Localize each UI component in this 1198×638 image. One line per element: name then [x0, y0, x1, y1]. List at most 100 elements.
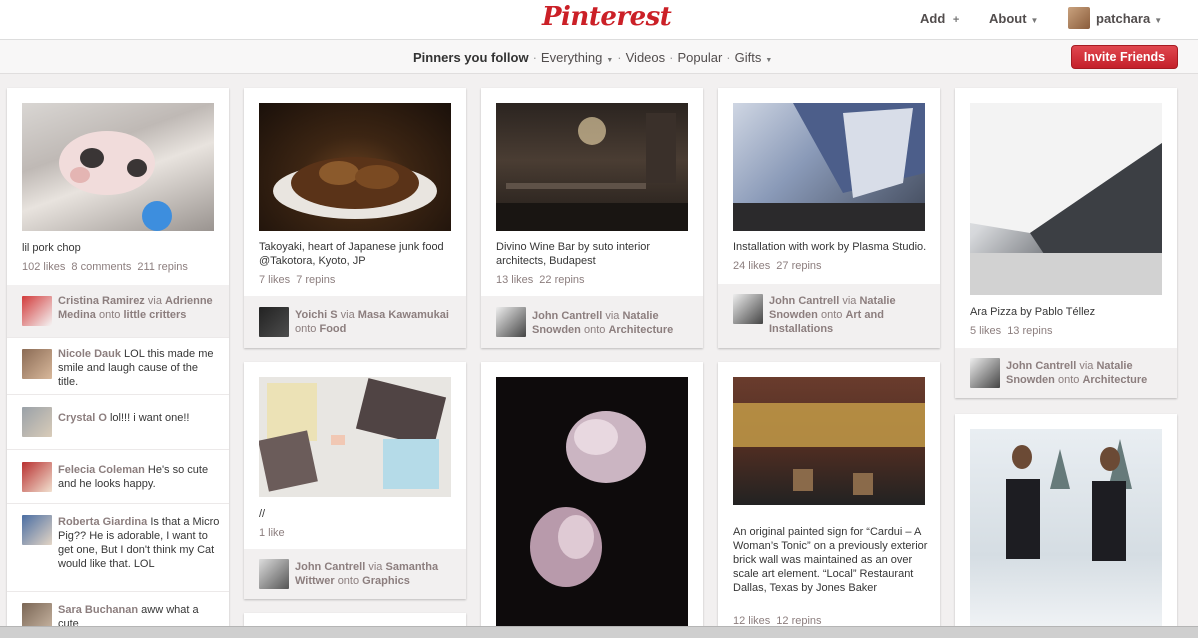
pin-description: lil pork chop [22, 242, 81, 254]
pin-card[interactable] [955, 414, 1177, 638]
separator-dot: · [617, 50, 622, 65]
pin-description: Installation with work by Plasma Studio. [733, 241, 927, 253]
chevron-down-icon: ▼ [1154, 16, 1163, 25]
via-user[interactable]: Masa Kawamukai [358, 309, 449, 321]
avatar[interactable] [22, 296, 52, 326]
board-name[interactable]: Architecture [1082, 374, 1147, 386]
avatar[interactable] [259, 559, 289, 589]
board-name[interactable]: little critters [123, 309, 186, 321]
user-menu[interactable]: patchara ▼ [1096, 11, 1162, 26]
nav-videos[interactable]: Videos [626, 50, 666, 65]
comment-user[interactable]: Crystal O [58, 412, 107, 424]
pin-image-stationery[interactable] [258, 377, 451, 497]
likes-count[interactable]: 102 likes [22, 261, 65, 273]
category-links: Pinners you follow · Everything ▼ · Videos · Po… [413, 50, 772, 65]
comment-item: Felecia Coleman He's so cute and he look… [7, 449, 229, 503]
comment-text: Crystal O lol!!! i want one!! [58, 411, 220, 425]
comment-item: Nicole Dauk LOL this made me smile and l… [7, 337, 229, 394]
pin-image-snow-fashion[interactable] [970, 429, 1162, 638]
attribution-text: Cristina Ramirez via Adrienne Medina ont… [58, 294, 220, 322]
comments-count[interactable]: 8 comments [71, 261, 131, 273]
pin-card[interactable]: Installation with work by Plasma Studio.… [718, 88, 940, 348]
fashion-illustration [1006, 439, 1132, 561]
nav-popular[interactable]: Popular [677, 50, 722, 65]
pin-card[interactable]: Takoyaki, heart of Japanese junk food @T… [244, 88, 466, 348]
pinterest-logo[interactable]: Pinterest [542, 2, 672, 32]
pin-card[interactable]: lil pork chop 102 likes 8 comments 211 rep… [7, 88, 229, 638]
pin-card[interactable] [481, 362, 703, 638]
avatar[interactable] [496, 307, 526, 337]
pin-stats: 24 likes 27 repins [733, 260, 828, 272]
board-name[interactable]: Graphics [362, 575, 410, 587]
comment-user[interactable]: Felecia Coleman [58, 464, 145, 476]
about-menu[interactable]: About ▼ [989, 11, 1038, 26]
pinner-name[interactable]: John Cantrell [769, 295, 839, 307]
avatar[interactable] [22, 462, 52, 492]
attribution-text: John Cantrell via Natalie Snowden onto A… [769, 294, 931, 336]
likes-count[interactable]: 7 likes [259, 274, 290, 286]
board-name[interactable]: Food [319, 323, 346, 335]
pin-card[interactable]: An original painted sign for “Cardui – A… [718, 362, 940, 638]
pin-stats: 13 likes 22 repins [496, 274, 591, 286]
food-illustration [273, 157, 437, 219]
stationery-illustration [258, 378, 447, 492]
pinner-name[interactable]: John Cantrell [1006, 360, 1076, 372]
repins-count[interactable]: 27 repins [776, 260, 821, 272]
comment-user[interactable]: Sara Buchanan [58, 604, 138, 616]
nav-everything[interactable]: Everything ▼ [541, 50, 613, 65]
repins-count[interactable]: 7 repins [296, 274, 335, 286]
plus-icon: + [952, 14, 960, 26]
pin-card[interactable]: // 1 like John Cantrell via Samantha Wit… [244, 362, 466, 599]
avatar[interactable] [22, 515, 52, 545]
avatar[interactable] [22, 349, 52, 379]
pin-image-takoyaki[interactable] [259, 103, 451, 231]
onto-text: onto [98, 309, 121, 321]
installation-illustration [733, 103, 925, 231]
repins-count[interactable]: 13 repins [1007, 325, 1052, 337]
via-text: via [1079, 360, 1094, 372]
pin-card[interactable]: Ara Pizza by Pablo Téllez 5 likes 13 repi… [955, 88, 1177, 398]
avatar[interactable] [22, 407, 52, 437]
pin-image-ara-pizza[interactable] [970, 103, 1162, 295]
onto-text: onto [583, 324, 606, 336]
pin-image-flowers[interactable] [496, 377, 688, 637]
flower-illustration [530, 411, 646, 587]
pinner-name[interactable]: Yoichi S [295, 309, 338, 321]
comment-user[interactable]: Roberta Giardina [58, 516, 147, 528]
avatar[interactable] [259, 307, 289, 337]
avatar[interactable] [733, 294, 763, 324]
pinner-name[interactable]: John Cantrell [295, 561, 365, 573]
invite-friends-button[interactable]: Invite Friends [1071, 45, 1178, 69]
nav-gifts[interactable]: Gifts ▼ [735, 50, 773, 65]
nav-pinners-you-follow[interactable]: Pinners you follow [413, 50, 529, 65]
comment-item: Crystal O lol!!! i want one!! [7, 394, 229, 449]
pin-card[interactable]: Divino Wine Bar by suto interior archite… [481, 88, 703, 348]
attribution-text: Yoichi S via Masa Kawamukai onto Food [295, 308, 457, 336]
repins-count[interactable]: 211 repins [137, 261, 188, 273]
pinner-name[interactable]: Cristina Ramirez [58, 295, 145, 307]
pin-description: Ara Pizza by Pablo Téllez [970, 306, 1096, 318]
pinner-name[interactable]: John Cantrell [532, 310, 602, 322]
repins-count[interactable]: 22 repins [539, 274, 584, 286]
board-name[interactable]: Architecture [608, 324, 673, 336]
likes-count[interactable]: 24 likes [733, 260, 770, 272]
pin-image-pig[interactable] [22, 103, 214, 231]
user-avatar[interactable] [1068, 7, 1090, 29]
pin-stats: 102 likes 8 comments 211 repins [22, 261, 194, 273]
add-label: Add [920, 11, 946, 26]
pin-image-installation[interactable] [733, 103, 925, 231]
likes-count[interactable]: 13 likes [496, 274, 533, 286]
pin-image-cardui[interactable] [733, 377, 925, 505]
pin-image-wine-bar[interactable] [496, 103, 688, 231]
add-menu[interactable]: Add + [920, 11, 959, 26]
onto-text: onto [337, 575, 360, 587]
likes-count[interactable]: 1 like [259, 527, 285, 539]
pin-description: Divino Wine Bar by suto interior archite… [496, 241, 651, 267]
avatar[interactable] [970, 358, 1000, 388]
via-text: via [147, 295, 162, 307]
likes-count[interactable]: 5 likes [970, 325, 1001, 337]
comment-user[interactable]: Nicole Dauk [58, 348, 121, 360]
attribution-text: John Cantrell via Natalie Snowden onto A… [1006, 359, 1168, 387]
pin-attribution: John Cantrell via Samantha Wittwer onto … [244, 549, 466, 599]
onto-text: onto [820, 309, 843, 321]
